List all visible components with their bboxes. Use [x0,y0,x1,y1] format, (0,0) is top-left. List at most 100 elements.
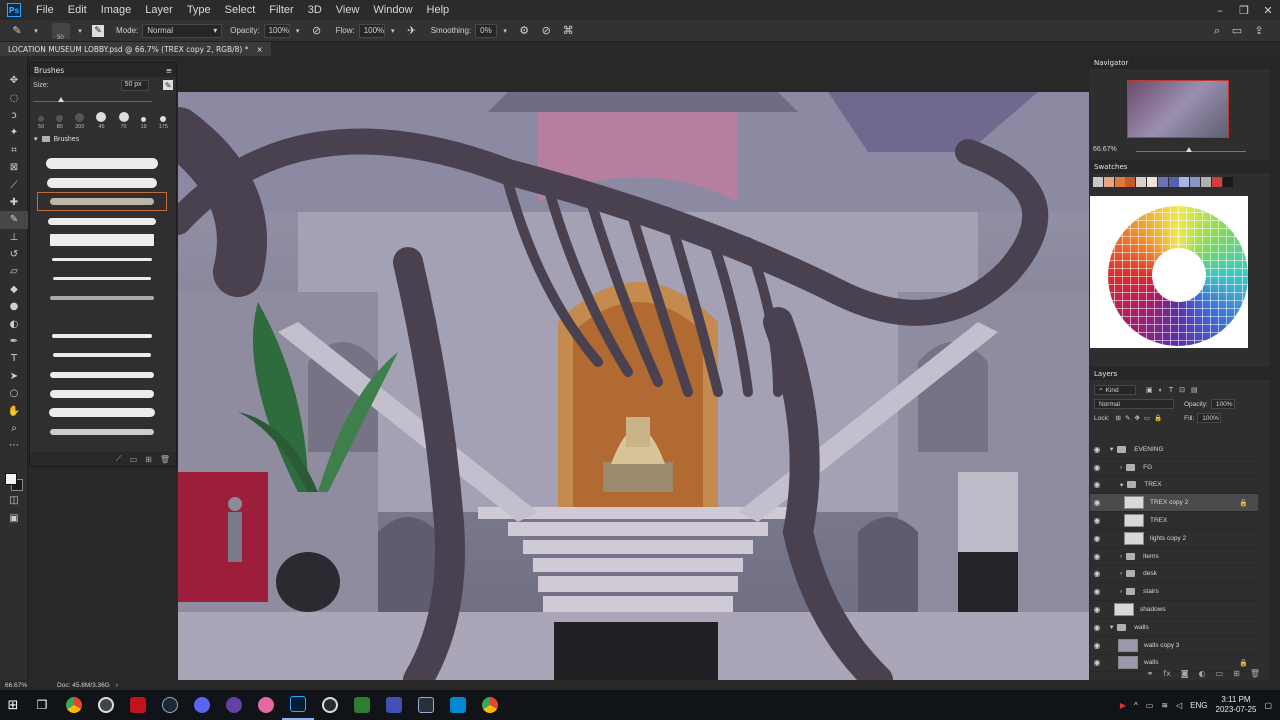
layer-row[interactable]: ◉ ▾ walls [1090,619,1258,637]
brush-preset[interactable]: 175 [159,116,168,130]
brush-preset[interactable]: 45 [96,112,107,130]
lasso-tool-icon[interactable]: ↄ [0,107,28,124]
layer-row[interactable]: ◉ walls copy 3 [1090,637,1258,655]
brush-stroke-item[interactable] [38,213,166,230]
app-pink-icon[interactable] [250,690,282,720]
color-swatch[interactable] [1211,177,1222,187]
close-tab-icon[interactable]: × [256,45,262,54]
app-globe-icon[interactable] [314,690,346,720]
brush-preset-picker[interactable]: 50 [52,22,70,41]
task-view-icon[interactable]: ❐ [26,690,58,720]
chevron-down-icon[interactable]: ▾ [1120,481,1123,489]
app-chat-icon[interactable] [186,690,218,720]
lock-transparent-icon[interactable]: ⊞ [1116,414,1121,422]
brush-tool-icon[interactable]: ✎ [0,211,28,229]
adjustment-layer-icon[interactable]: ◐ [1199,669,1206,678]
menu-view[interactable]: View [329,4,367,16]
layer-style-icon[interactable]: fx [1163,669,1171,678]
navigator-zoom[interactable]: 66.67% [1093,146,1117,153]
eye-icon[interactable]: ◉ [1090,534,1104,543]
eye-icon[interactable]: ◉ [1090,552,1104,561]
flow-input[interactable]: 100% [358,23,385,38]
eye-icon[interactable]: ◉ [1090,480,1104,489]
status-zoom[interactable]: 66.67% [5,682,27,689]
eye-icon[interactable]: ◉ [1090,498,1104,507]
brush-stroke-item[interactable] [38,366,166,383]
minimize-icon[interactable]: – [1208,0,1232,20]
network-icon[interactable]: ▭ [1146,701,1154,710]
language-indicator[interactable]: ENG [1190,701,1207,710]
color-swatch[interactable] [1125,177,1136,187]
opacity-input[interactable]: 100% [263,23,290,38]
layer-opacity-input[interactable]: 100% [1210,399,1235,409]
type-tool-icon[interactable]: T [0,350,28,367]
eye-icon[interactable]: ◉ [1090,463,1104,472]
chrome-icon[interactable] [58,690,90,720]
eye-icon[interactable]: ◉ [1090,516,1104,525]
blur-tool-icon[interactable]: ● [0,298,28,315]
new-brush-icon[interactable]: ⊞ [145,455,152,464]
chevron-down-icon[interactable]: ▾ [1110,445,1113,453]
zoom-tool-icon[interactable]: ⌕ [0,420,28,437]
frame-tool-icon[interactable]: ⊠ [0,159,28,176]
color-picker-wheel[interactable] [1090,196,1248,348]
lock-position-icon[interactable]: ✥ [1134,414,1139,422]
brush-stroke-item[interactable] [38,289,166,306]
search-icon[interactable]: ⌕ [1210,24,1224,38]
chevron-right-icon[interactable]: › [116,682,118,689]
windows-start-icon[interactable]: ⊞ [0,690,26,720]
chevron-right-icon[interactable]: › [1120,588,1122,595]
layer-row[interactable]: ◉ lights copy 2 [1090,530,1258,548]
brush-stroke-item[interactable] [38,424,166,441]
filter-adjust-icon[interactable]: ◐ [1159,387,1163,394]
menu-edit[interactable]: Edit [61,4,94,16]
chevron-right-icon[interactable]: › [1120,553,1122,560]
artwork-museum-lobby[interactable] [178,92,1089,680]
trash-icon[interactable]: 🗑 [160,455,170,464]
notifications-icon[interactable]: ▢ [1264,701,1272,710]
app-teal-icon[interactable] [442,690,474,720]
pen-tool-icon[interactable]: ✒ [0,333,28,350]
ellipse-tool-icon[interactable]: ○ [0,385,28,402]
panel-scrollbar[interactable] [1270,56,1280,680]
eye-icon[interactable]: ◉ [1090,445,1104,454]
pressure-size-icon[interactable]: ⊘ [539,24,553,38]
history-brush-tool-icon[interactable]: ↺ [0,246,28,263]
app-red-icon[interactable] [122,690,154,720]
menu-select[interactable]: Select [218,4,263,16]
layer-row[interactable]: ◉ › stairs [1090,583,1258,602]
layer-row[interactable]: ◉ › items [1090,548,1258,566]
app-blue-icon[interactable] [378,690,410,720]
chrome-icon[interactable] [474,690,506,720]
navigator-thumbnail[interactable] [1127,80,1229,138]
new-group-icon[interactable]: ▭ [130,455,138,464]
eye-icon[interactable]: ◉ [1090,605,1104,614]
foreground-color-swatch[interactable] [5,473,17,485]
chevron-up-icon[interactable]: ^ [1134,701,1138,710]
chevron-down-icon[interactable]: ▾ [501,24,509,38]
layer-row[interactable]: ◉ › desk [1090,566,1258,584]
fill-input[interactable]: 100% [1197,413,1222,423]
link-layers-icon[interactable]: ⚭ [1147,669,1154,678]
paint-bucket-tool-icon[interactable]: ◆ [0,281,28,298]
airbrush-icon[interactable]: ✈ [405,24,419,38]
app-dark-icon[interactable] [410,690,442,720]
menu-file[interactable]: File [29,4,61,16]
color-swatch[interactable] [1200,177,1211,187]
brush-stroke-item[interactable] [38,309,166,326]
screen-mode-icon[interactable]: ▣ [0,510,28,527]
document-tab[interactable]: LOCATION MUSEUM LOBBY.psd @ 66.7% (TREX … [0,42,271,56]
maximize-icon[interactable]: ❐ [1232,0,1256,20]
filter-smart-icon[interactable]: ▤ [1191,386,1198,394]
color-swatch[interactable] [1103,177,1114,187]
filter-shape-icon[interactable]: ⊡ [1179,386,1185,394]
marquee-tool-icon[interactable]: ◌ [0,89,28,106]
new-layer-icon[interactable]: ⊞ [1233,669,1240,678]
layer-row[interactable]: ◉ › FG [1090,459,1258,477]
eye-icon[interactable]: ◉ [1090,569,1104,578]
color-swatch[interactable] [1114,177,1125,187]
steam-icon[interactable] [154,690,186,720]
brush-preset[interactable]: 50 [38,116,44,130]
tray-app-icon[interactable]: ▶ [1120,701,1126,710]
clock[interactable]: 3:11 PM 2023-07-25 [1216,695,1257,715]
